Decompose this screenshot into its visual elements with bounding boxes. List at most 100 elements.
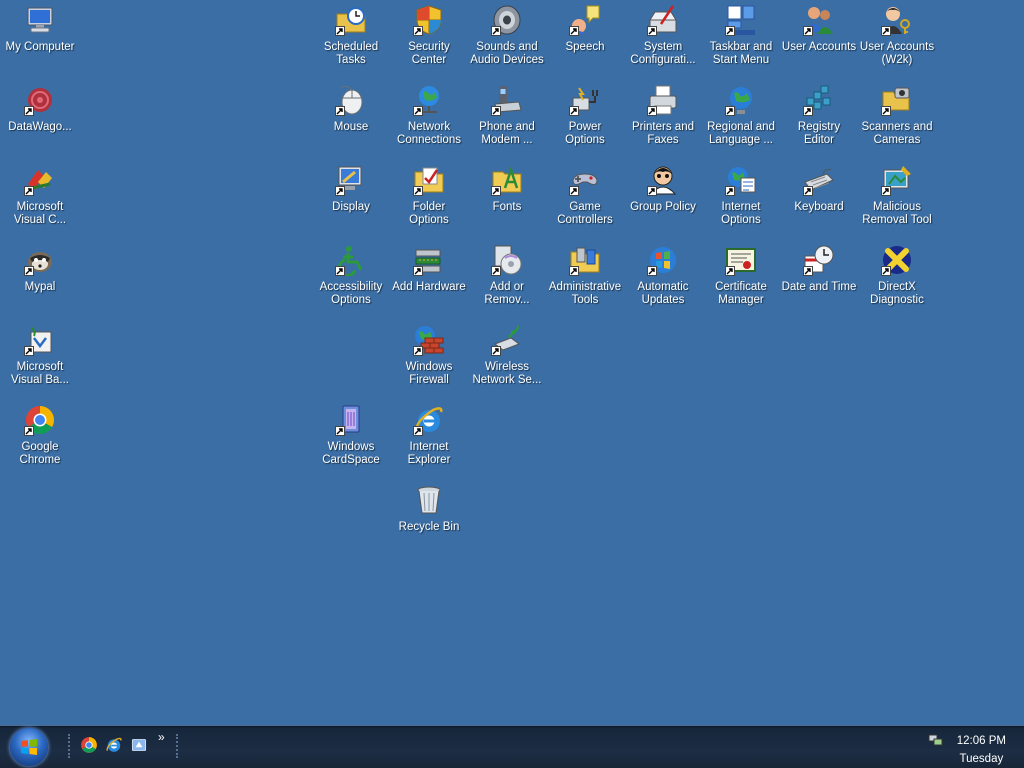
icon-label: Wireless Network Se... [472,361,542,386]
desktop-icon-add-hardware[interactable]: Add Hardware [390,242,468,316]
shortcut-arrow-icon [803,186,813,196]
malicious-removal-icon [881,164,913,196]
shortcut-arrow-icon [335,266,345,276]
desktop-icon-scanners-cameras[interactable]: Scanners and Cameras [858,82,936,156]
desktop-icon-date-time[interactable]: Date and Time [780,242,858,316]
shortcut-arrow-icon [413,266,423,276]
desktop-icon-directx-diagnostic[interactable]: DirectX Diagnostic [858,242,936,316]
icon-label: Internet Explorer [407,441,451,466]
desktop-icon-recycle-bin[interactable]: Recycle Bin [390,482,468,556]
shortcut-arrow-icon [725,186,735,196]
icon-label: Power Options [565,121,605,146]
start-button[interactable] [10,728,48,766]
icon-label: DirectX Diagnostic [870,281,924,306]
quicklaunch-ie-icon[interactable] [105,736,123,754]
wireless-icon [491,324,523,356]
icon-label: Scanners and Cameras [861,121,933,146]
quicklaunch-chrome-icon[interactable] [80,736,98,754]
quicklaunch-overflow-chevron[interactable]: » [158,730,165,744]
shortcut-arrow-icon [335,186,345,196]
clock-time: 12:06 PM [956,735,1006,747]
desktop-icon-printers-faxes[interactable]: Printers and Faxes [624,82,702,156]
desktop-icon-internet-options[interactable]: Internet Options [702,162,780,236]
desktop-icon-regional-language[interactable]: Regional and Language ... [702,82,780,156]
icon-label: Mouse [333,121,369,133]
desktop-icon-game-controllers[interactable]: Game Controllers [546,162,624,236]
icon-label: Date and Time [781,281,857,293]
desktop-icon-windows-cardspace[interactable]: Windows CardSpace [312,402,390,476]
desktop-icon-network-connections[interactable]: Network Connections [390,82,468,156]
desktop-icon-mouse[interactable]: Mouse [312,82,390,156]
icon-label: Windows CardSpace [322,441,380,466]
security-center-icon [413,4,445,36]
desktop-icon-visual-basic[interactable]: Microsoft Visual Ba... [1,322,79,396]
shortcut-arrow-icon [569,26,579,36]
phone-modem-icon [491,84,523,116]
desktop-icon-user-accounts-w2k[interactable]: User Accounts (W2k) [858,2,936,76]
icon-label: Network Connections [397,121,461,146]
add-remove-icon [491,244,523,276]
power-icon [569,84,601,116]
chrome-icon [24,404,56,436]
desktop-icon-power-options[interactable]: Power Options [546,82,624,156]
quicklaunch-show-desktop-icon[interactable] [130,736,148,754]
toolbar-grip[interactable] [68,734,74,758]
icon-label: Add Hardware [392,281,466,293]
desktop-icon-windows-firewall[interactable]: Windows Firewall [390,322,468,396]
recycle-bin-icon [413,484,445,516]
add-hardware-icon [413,244,445,276]
desktop-icon-user-accounts[interactable]: User Accounts [780,2,858,76]
desktop-icon-mypal[interactable]: Mypal [1,242,79,316]
icon-label: Fonts [492,201,522,213]
desktop-icon-automatic-updates[interactable]: Automatic Updates [624,242,702,316]
icon-label: Microsoft Visual Ba... [11,361,69,386]
desktop-icon-speech[interactable]: Speech [546,2,624,76]
scanner-icon [881,84,913,116]
shortcut-arrow-icon [491,186,501,196]
desktop-icon-scheduled-tasks[interactable]: Scheduled Tasks [312,2,390,76]
desktop-icon-registry-editor[interactable]: Registry Editor [780,82,858,156]
user-accounts-icon [803,4,835,36]
desktop-icon-visual-c[interactable]: Microsoft Visual C... [1,162,79,236]
desktop-icon-wireless-network[interactable]: Wireless Network Se... [468,322,546,396]
desktop-icon-malicious-removal-tool[interactable]: Malicious Removal Tool [858,162,936,236]
desktop-icon-fonts[interactable]: Fonts [468,162,546,236]
desktop-icon-system-configuration[interactable]: System Configurati... [624,2,702,76]
scheduled-tasks-icon [335,4,367,36]
date-time-icon [803,244,835,276]
desktop-icon-keyboard[interactable]: Keyboard [780,162,858,236]
desktop-icon-phone-modem[interactable]: Phone and Modem ... [468,82,546,156]
shortcut-arrow-icon [491,26,501,36]
icon-label: Windows Firewall [405,361,453,386]
icon-label: DataWago... [8,121,72,133]
desktop-icon-datawago[interactable]: DataWago... [1,82,79,156]
datawago-icon [24,84,56,116]
desktop-icon-google-chrome[interactable]: Google Chrome [1,402,79,476]
certificate-icon [725,244,757,276]
icon-label: Keyboard [794,201,844,213]
network-tray-icon[interactable] [928,732,944,748]
desktop-icon-folder-options[interactable]: Folder Options [390,162,468,236]
shortcut-arrow-icon [335,26,345,36]
shortcut-arrow-icon [725,106,735,116]
desktop-icon-taskbar-start-menu[interactable]: Taskbar and Start Menu [702,2,780,76]
desktop-icon-security-center[interactable]: Security Center [390,2,468,76]
desktop-icon-certificate-manager[interactable]: Certificate Manager [702,242,780,316]
keyboard-icon [803,164,835,196]
desktop-icon-internet-explorer[interactable]: Internet Explorer [390,402,468,476]
desktop-icon-accessibility-options[interactable]: Accessibility Options [312,242,390,316]
desktop-icon-add-remove-programs[interactable]: Add or Remov... [468,242,546,316]
desktop-icon-sounds[interactable]: Sounds and Audio Devices [468,2,546,76]
icon-label: Automatic Updates [637,281,689,306]
shortcut-arrow-icon [881,26,891,36]
network-icon [413,84,445,116]
icon-label: Group Policy [630,201,696,213]
toolbar-grip[interactable] [176,734,182,758]
desktop-icon-my-computer[interactable]: My Computer [1,2,79,76]
regional-icon [725,84,757,116]
desktop-icon-administrative-tools[interactable]: Administrative Tools [546,242,624,316]
desktop-icon-group-policy[interactable]: Group Policy [624,162,702,236]
desktop-icon-display[interactable]: Display [312,162,390,236]
shortcut-arrow-icon [803,266,813,276]
taskbar-clock[interactable]: 12:06 PM Tuesday [957,732,1006,768]
